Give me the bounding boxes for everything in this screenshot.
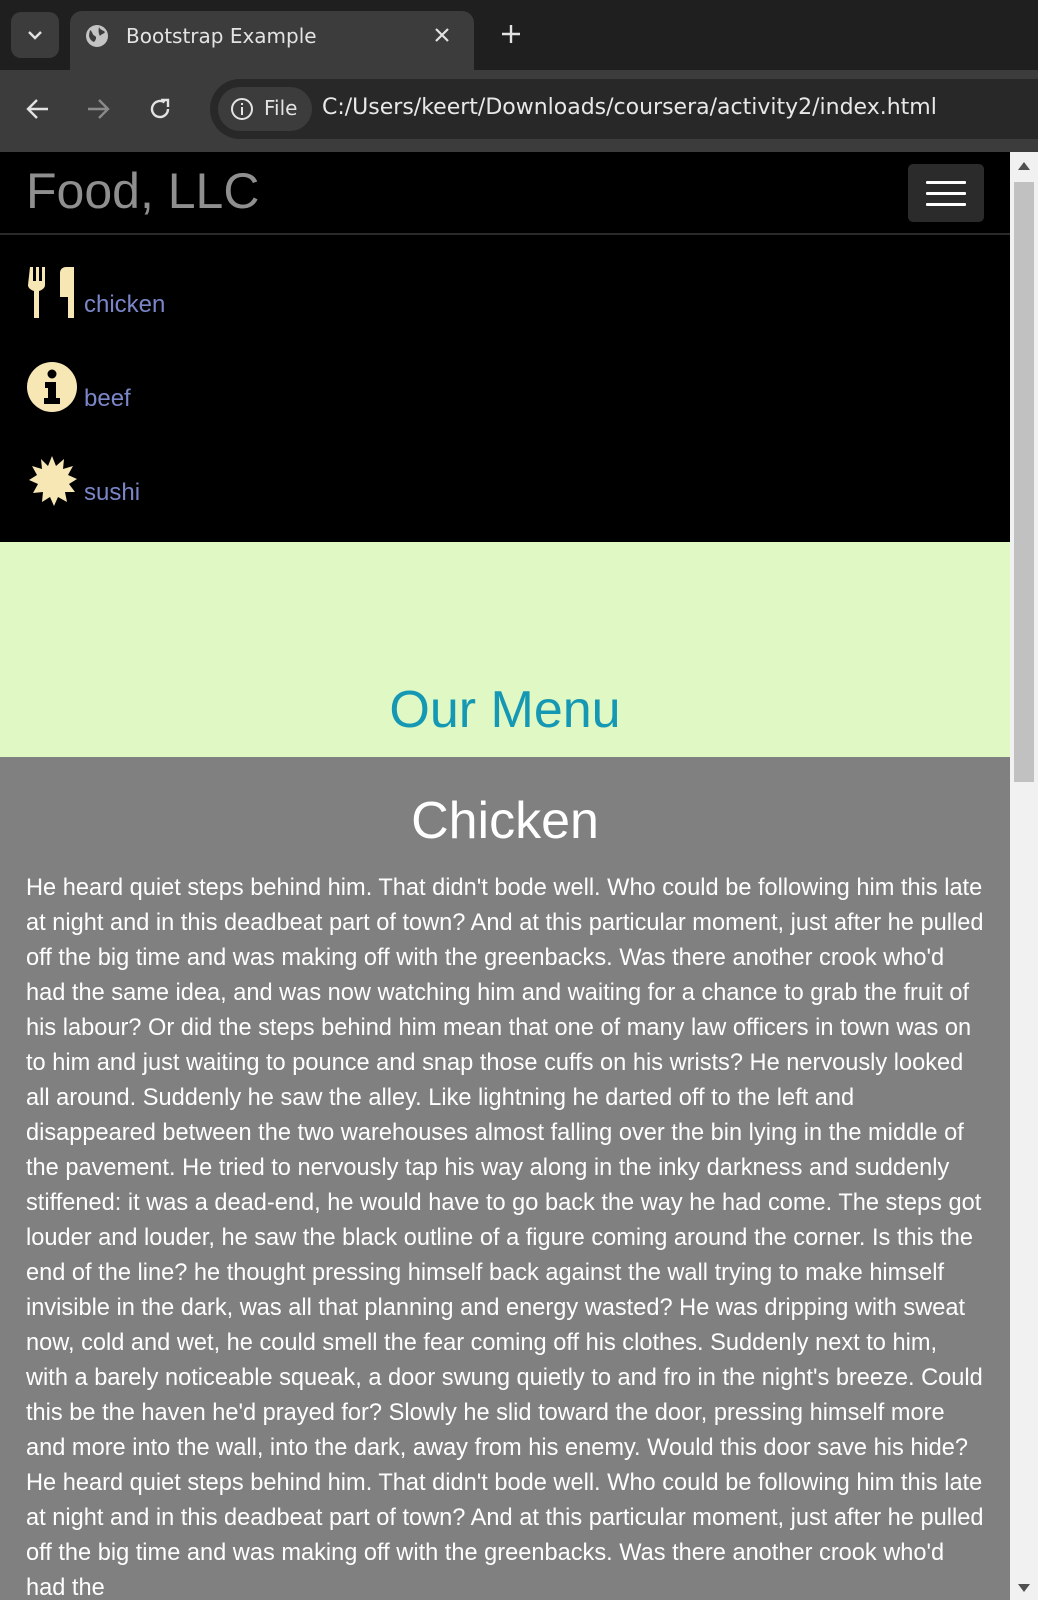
certificate-icon bbox=[26, 451, 80, 507]
hamburger-icon-bar bbox=[926, 202, 966, 206]
hamburger-icon-bar bbox=[926, 180, 966, 184]
navbar-toggler-button[interactable] bbox=[908, 164, 984, 222]
page-title: Our Menu bbox=[389, 681, 621, 739]
nav-link-chicken[interactable]: chicken bbox=[26, 263, 165, 319]
tab-search-button[interactable] bbox=[11, 12, 59, 58]
site-chip-label: File bbox=[264, 96, 298, 120]
scroll-up-arrow-icon[interactable] bbox=[1018, 162, 1030, 170]
arrow-right-icon bbox=[88, 99, 110, 119]
arrow-left-icon bbox=[26, 99, 48, 119]
browser-tab[interactable]: Bootstrap Example bbox=[70, 11, 474, 70]
site-brand[interactable]: Food, LLC bbox=[26, 162, 259, 220]
reload-button[interactable] bbox=[140, 89, 180, 129]
info-circle-icon bbox=[231, 98, 253, 120]
close-tab-button[interactable] bbox=[428, 21, 456, 49]
forward-button[interactable] bbox=[78, 89, 118, 129]
section-body-text: He heard quiet steps behind him. That di… bbox=[26, 875, 984, 1600]
menu-hero-banner: Our Menu bbox=[0, 542, 1010, 757]
vertical-scrollbar[interactable] bbox=[1010, 152, 1038, 1600]
tab-title: Bootstrap Example bbox=[126, 24, 317, 48]
collapsed-nav-menu: chicken beef sushi bbox=[0, 235, 1010, 542]
url-text[interactable]: C:/Users/keert/Downloads/coursera/activi… bbox=[322, 95, 937, 120]
reload-icon bbox=[150, 98, 170, 119]
browser-toolbar: File C:/Users/keert/Downloads/coursera/a… bbox=[0, 70, 1038, 152]
nav-link-label[interactable]: sushi bbox=[84, 481, 140, 505]
cutlery-icon bbox=[26, 263, 80, 319]
close-icon bbox=[435, 28, 449, 42]
globe-icon bbox=[86, 25, 108, 47]
hamburger-icon-bar bbox=[926, 191, 966, 195]
section-heading: Chicken bbox=[411, 792, 599, 850]
new-tab-button[interactable] bbox=[495, 18, 527, 50]
page: Food, LLC chicken beef sushi Our Menu Ch… bbox=[0, 152, 1010, 1600]
nav-link-label[interactable]: chicken bbox=[84, 293, 165, 317]
chevron-down-icon bbox=[28, 31, 42, 40]
menu-section-chicken: Chicken He heard quiet steps behind him.… bbox=[0, 757, 1010, 1600]
scrollbar-thumb[interactable] bbox=[1014, 182, 1034, 782]
site-navbar: Food, LLC bbox=[0, 152, 1010, 235]
plus-icon bbox=[502, 25, 520, 43]
address-bar[interactable]: File C:/Users/keert/Downloads/coursera/a… bbox=[210, 79, 1038, 139]
nav-link-sushi[interactable]: sushi bbox=[26, 451, 140, 507]
site-info-chip[interactable]: File bbox=[218, 87, 312, 131]
page-viewport: Food, LLC chicken beef sushi Our Menu Ch… bbox=[0, 152, 1038, 1600]
back-button[interactable] bbox=[18, 89, 58, 129]
scroll-down-arrow-icon[interactable] bbox=[1018, 1584, 1030, 1592]
browser-tabstrip: Bootstrap Example bbox=[0, 0, 1038, 70]
nav-link-beef[interactable]: beef bbox=[26, 357, 131, 413]
info-icon bbox=[26, 357, 80, 413]
nav-link-label[interactable]: beef bbox=[84, 387, 131, 411]
